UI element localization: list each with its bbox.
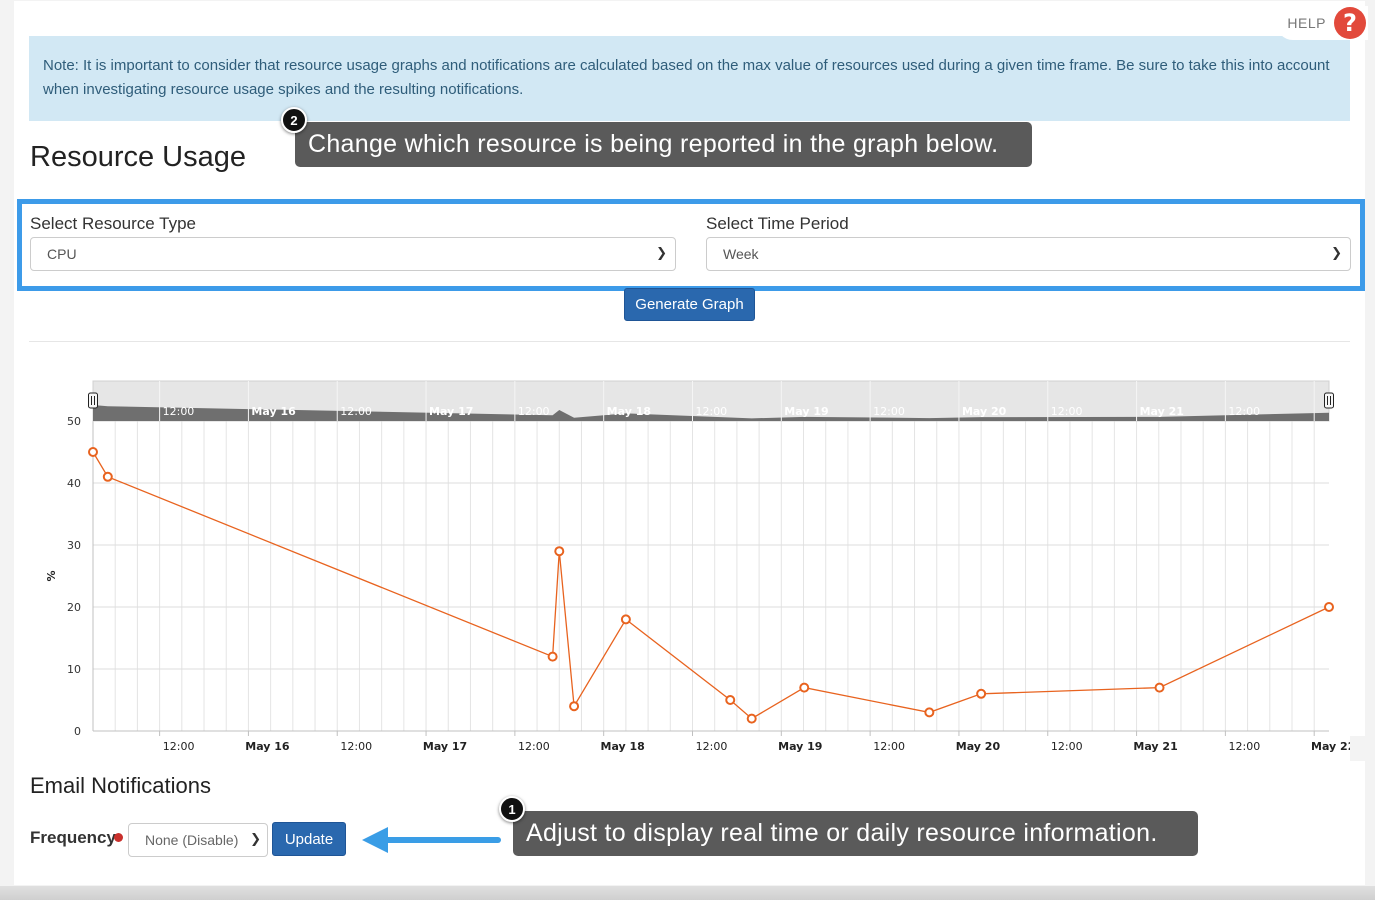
frequency-select[interactable]: None (Disable) ❯ [128,823,268,857]
navigator-tick-label: 12:00 [873,405,905,418]
data-point[interactable] [976,688,987,699]
data-point[interactable] [924,707,935,718]
navigator-tick-label: 12:00 [695,405,727,418]
y-tick-label: 20 [67,601,81,614]
navigator-tick-label: May 17 [429,405,473,418]
chevron-down-icon: ❯ [250,831,261,846]
data-point[interactable] [1154,682,1165,693]
navigator-tick-label: 12:00 [163,405,195,418]
x-tick-label: May 16 [245,740,290,753]
data-point[interactable] [102,471,113,482]
x-tick-label: May 17 [423,740,467,753]
required-indicator [114,833,123,842]
x-tick-label: May 18 [601,740,645,753]
help-button[interactable]: HELP ? [1276,6,1368,40]
tooltip-step-2: Change which resource is being reported … [295,122,1032,167]
chevron-down-icon: ❯ [656,245,667,260]
y-tick-label: 30 [67,539,81,552]
divider [29,341,1350,342]
data-point[interactable] [620,614,631,625]
resource-type-select[interactable]: CPU ❯ [30,237,676,271]
x-tick-label: 12:00 [163,740,195,753]
chevron-down-icon: ❯ [1331,245,1342,260]
arrow-left-icon [362,827,501,853]
y-tick-label: 0 [74,725,81,738]
navigator-tick-label: May 21 [1140,405,1184,418]
navigator-tick-label: May 19 [784,405,828,418]
x-tick-label: 12:00 [518,740,550,753]
data-point[interactable] [88,447,98,457]
x-tick-label: May 21 [1133,740,1177,753]
help-label: HELP [1287,15,1326,31]
question-circle-icon: ? [1334,7,1366,39]
x-tick-label: 12:00 [340,740,372,753]
bottom-bar [0,886,1375,900]
navigator-tick-label: 12:00 [1228,405,1260,418]
time-period-select[interactable]: Week ❯ [706,237,1351,271]
handle-body [88,392,98,409]
x-tick-label: 12:00 [1051,740,1083,753]
navigator-tick-label: 12:00 [340,405,372,418]
data-point[interactable] [725,695,736,705]
email-notifications-title: Email Notifications [30,773,211,798]
y-tick-label: 40 [67,477,81,490]
resource-type-value: CPU [47,246,77,262]
x-tick-label: May 22 [1311,740,1355,753]
data-point[interactable] [547,651,558,662]
y-tick-label: 50 [67,415,81,428]
generate-graph-button[interactable]: Generate Graph [624,288,755,321]
navigator-tick-label: May 16 [251,405,296,418]
data-point[interactable] [1324,602,1334,612]
x-tick-label: 12:00 [873,740,905,753]
handle-body [1324,392,1334,409]
update-button[interactable]: Update [272,822,346,856]
tooltip-step-1: Adjust to display real time or daily res… [513,811,1198,856]
x-tick-label: May 19 [778,740,822,753]
frequency-label: Frequency [30,828,116,847]
data-point[interactable] [554,546,565,557]
y-axis-label: % [45,570,58,581]
resource-form-highlight: Select Resource Type CPU ❯ Select Time P… [17,199,1365,291]
resource-usage-chart: 0 10 20 30 40 50% 12:00 12:00 May 16 May 16 12:00 1… [45,380,1375,761]
x-tick-label: 12:00 [1229,740,1261,753]
data-point[interactable] [746,713,757,724]
info-note: Note: It is important to consider that r… [29,36,1350,121]
y-tick-label: 10 [67,663,81,676]
step-badge-2: 2 [281,107,307,133]
resource-type-label: Select Resource Type [30,214,196,233]
navigator-tick-label: May 18 [607,405,651,418]
time-period-value: Week [723,246,759,262]
label-overflow-mask [1350,736,1375,761]
resource-usage-title: Resource Usage [30,141,246,173]
x-tick-label: May 20 [956,740,1001,753]
data-point[interactable] [799,682,810,693]
series-line-cpu [92,451,1330,720]
data-point[interactable] [569,701,580,712]
navigator-handle-right[interactable] [1324,392,1334,409]
navigator-tick-label: May 20 [962,405,1007,418]
navigator-handle-left[interactable] [88,392,98,409]
navigator-tick-label: 12:00 [518,405,550,418]
frequency-value: None (Disable) [145,832,239,848]
time-period-label: Select Time Period [706,214,849,233]
x-tick-label: 12:00 [696,740,728,753]
step-badge-1: 1 [499,796,525,822]
navigator-tick-label: 12:00 [1051,405,1083,418]
